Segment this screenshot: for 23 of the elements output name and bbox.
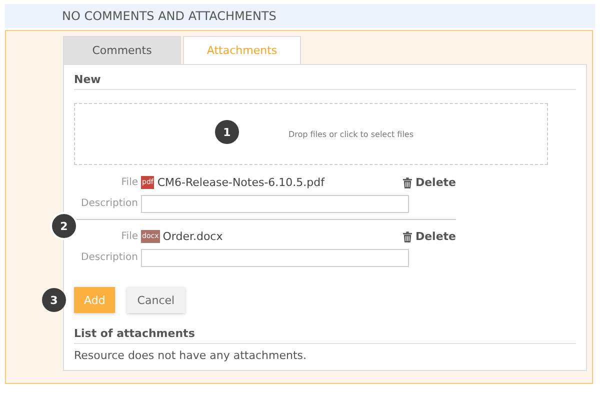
trash-icon [403,176,412,188]
delete-button[interactable]: Delete [403,176,456,189]
field-label: File [120,231,138,242]
file-name: CM6-Release-Notes-6.10.5.pdf [157,176,326,189]
section-title: NO COMMENTS AND ATTACHMENTS [62,9,276,23]
section-heading: List of attachments [74,327,576,344]
cancel-button[interactable]: Cancel [127,287,185,313]
delete-button[interactable]: Delete [403,230,456,243]
callout-badge: 1 [215,120,239,144]
callout-badge: 2 [52,214,76,238]
file-dropzone[interactable]: 1 Drop files or click to select files [74,103,548,165]
file-name: Order.docx [162,230,224,243]
trash-icon [403,230,412,242]
field-label: Description [80,252,138,263]
empty-message: Resource does not have any attachments. [74,348,308,362]
tab[interactable]: Comments [63,36,181,64]
callout-badge: 3 [42,288,66,312]
section-heading: New [74,73,576,90]
dropzone-hint: Drop files or click to select files [288,130,414,138]
description-field[interactable] [141,248,409,266]
field-label: Description [80,198,138,209]
field-label: File [120,177,138,188]
description-field[interactable] [141,194,409,212]
